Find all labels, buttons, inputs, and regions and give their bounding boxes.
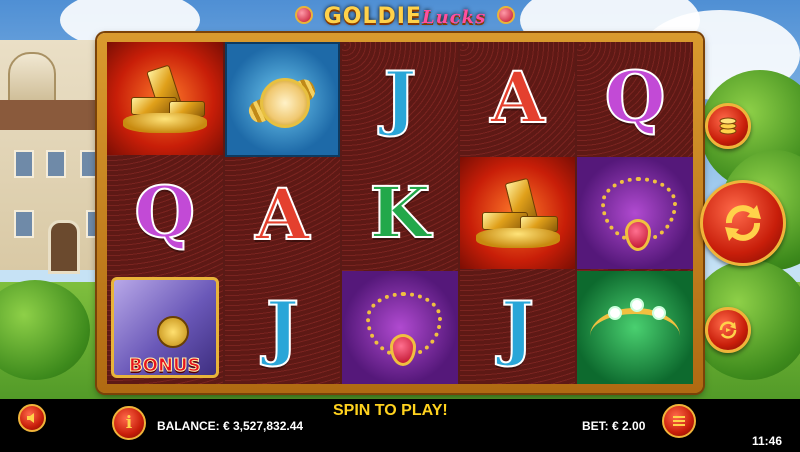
spin-button[interactable]	[700, 180, 786, 266]
letter-j: J	[500, 285, 535, 369]
clock: 11:46	[752, 434, 783, 448]
symbol-gold-bars	[107, 42, 223, 155]
symbol-a: A	[225, 159, 341, 270]
symbol-gold-bars	[459, 156, 576, 270]
necklace-icon	[358, 288, 442, 368]
bet-coins-button[interactable]	[705, 103, 751, 149]
speaker-icon	[27, 413, 34, 423]
symbol-k: K	[342, 157, 458, 270]
logo-script-text: Lucks	[421, 7, 487, 28]
bonus-label: BONUS	[128, 355, 201, 377]
reel-4: A J	[459, 42, 576, 384]
necklace-icon	[593, 173, 678, 253]
symbol-diamond-tiara	[577, 271, 693, 385]
spin-to-play-message: SPIN TO PLAY!	[333, 402, 448, 419]
symbol-q: Q	[107, 157, 223, 270]
gold-bars-icon	[122, 63, 207, 134]
ruby-icon	[295, 6, 313, 24]
spin-arrows-icon	[725, 205, 761, 241]
letter-j: J	[382, 56, 417, 140]
menu-icon	[673, 416, 685, 426]
letter-q: Q	[133, 171, 196, 254]
info-button[interactable]: i	[112, 406, 146, 440]
reels: Q BONUS A J J K A J Q	[107, 42, 693, 385]
menu-button[interactable]	[662, 404, 696, 438]
autoplay-button[interactable]	[705, 307, 751, 353]
autoplay-icon	[719, 321, 737, 339]
reel-5: Q	[577, 42, 693, 385]
letter-a: A	[254, 172, 310, 256]
symbol-q: Q	[577, 42, 693, 155]
tiara-icon	[590, 297, 681, 358]
letter-k: K	[369, 171, 432, 254]
watch-icon	[242, 60, 322, 140]
letter-a: A	[489, 56, 545, 140]
symbol-ruby-necklace	[577, 156, 693, 270]
symbol-j: J	[225, 273, 341, 384]
letter-q: Q	[604, 56, 667, 140]
reel-2: A J	[224, 42, 341, 384]
symbol-bonus-safe: BONUS	[107, 271, 223, 384]
symbol-j: J	[342, 42, 458, 155]
sound-button[interactable]	[18, 404, 46, 432]
bet-text: BET: € 2.00	[582, 419, 646, 433]
info-icon: i	[125, 413, 133, 433]
balance-text: BALANCE: € 3,527,832.44	[157, 419, 304, 433]
game-logo: GOLDIELucks	[295, 0, 515, 34]
ruby-icon	[497, 6, 515, 24]
gold-bars-icon	[475, 177, 560, 248]
symbol-j: J	[460, 271, 576, 384]
letter-j: J	[265, 286, 300, 370]
coins-icon	[719, 117, 737, 135]
reel-3: J K	[342, 42, 458, 385]
logo-main-text: GOLDIE	[323, 4, 422, 29]
symbol-ruby-necklace	[342, 271, 458, 385]
symbol-gold-watch	[224, 42, 341, 158]
symbol-a: A	[460, 42, 576, 155]
reel-1: Q BONUS	[107, 42, 223, 384]
